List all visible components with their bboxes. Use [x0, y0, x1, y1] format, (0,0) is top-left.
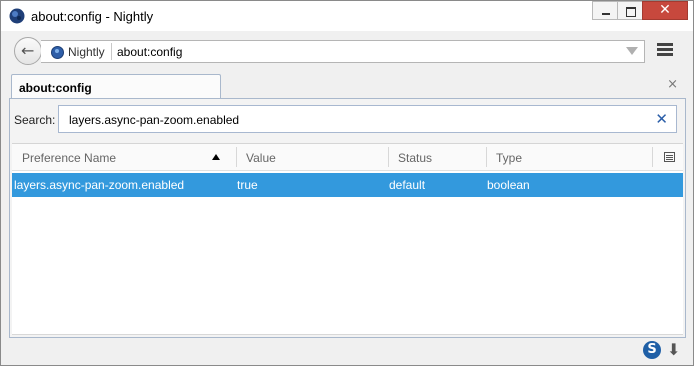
config-page: Search: layers.async-pan-zoom.enabled ✕ … [9, 98, 686, 338]
tab-about-config[interactable]: about:config [11, 74, 221, 100]
browser-window: about:config - Nightly ✕ ← Nightly about… [0, 0, 694, 366]
column-splitter[interactable] [652, 147, 653, 167]
navigation-toolbar: ← Nightly about:config [1, 31, 693, 71]
hamburger-icon-bar [657, 43, 673, 46]
identity-box[interactable]: Nightly [51, 44, 105, 60]
maximize-button[interactable] [617, 1, 643, 20]
tab-strip: about:config × [1, 71, 693, 100]
sort-ascending-icon [212, 154, 220, 160]
minimize-button[interactable] [592, 1, 618, 20]
hamburger-icon-bar [657, 48, 673, 51]
window-title: about:config - Nightly [31, 9, 154, 24]
back-arrow-icon: ← [21, 41, 35, 60]
clear-search-icon[interactable]: ✕ [655, 110, 668, 128]
url-separator [111, 43, 112, 60]
menu-button[interactable] [657, 43, 673, 57]
hamburger-icon-bar [657, 53, 673, 56]
close-window-button[interactable]: ✕ [642, 1, 688, 20]
table-header: Preference Name Value Status Type [12, 144, 683, 171]
column-splitter[interactable] [486, 147, 487, 167]
column-picker-icon[interactable] [664, 152, 675, 162]
column-splitter[interactable] [236, 147, 237, 167]
tab-label: about:config [19, 81, 92, 95]
add-on-bar: S ⬇ [1, 339, 693, 365]
column-header-type[interactable]: Type [496, 151, 522, 165]
cell-value: true [237, 178, 258, 192]
table-bottom-border [12, 334, 683, 335]
preferences-table: Preference Name Value Status Type layers… [12, 143, 683, 335]
url-bar[interactable]: Nightly about:config [41, 40, 645, 63]
table-row[interactable]: layers.async-pan-zoom.enabled true defau… [12, 173, 683, 197]
history-dropdown-icon[interactable] [626, 47, 638, 55]
column-header-preference-name[interactable]: Preference Name [22, 151, 116, 165]
search-input[interactable]: layers.async-pan-zoom.enabled ✕ [58, 105, 677, 133]
title-bar[interactable]: about:config - Nightly ✕ [1, 1, 693, 31]
column-header-value[interactable]: Value [246, 151, 276, 165]
url-input[interactable]: about:config [117, 45, 182, 59]
back-button[interactable]: ← [14, 37, 42, 65]
close-icon: ✕ [659, 2, 671, 18]
column-splitter[interactable] [388, 147, 389, 167]
column-header-status[interactable]: Status [398, 151, 432, 165]
cell-status: default [389, 178, 426, 192]
identity-label: Nightly [68, 45, 105, 59]
search-label: Search: [14, 113, 56, 127]
close-tab-icon[interactable]: × [667, 77, 678, 92]
nightly-logo-icon [9, 8, 25, 24]
download-icon[interactable]: ⬇ [667, 340, 680, 359]
addon-s-icon[interactable]: S [643, 341, 661, 359]
cell-type: boolean [487, 178, 530, 192]
cell-preference-name: layers.async-pan-zoom.enabled [14, 178, 185, 192]
search-value: layers.async-pan-zoom.enabled [69, 113, 240, 127]
globe-icon [51, 45, 64, 59]
search-row: Search: layers.async-pan-zoom.enabled ✕ [10, 99, 685, 141]
caption-buttons: ✕ [592, 1, 688, 21]
